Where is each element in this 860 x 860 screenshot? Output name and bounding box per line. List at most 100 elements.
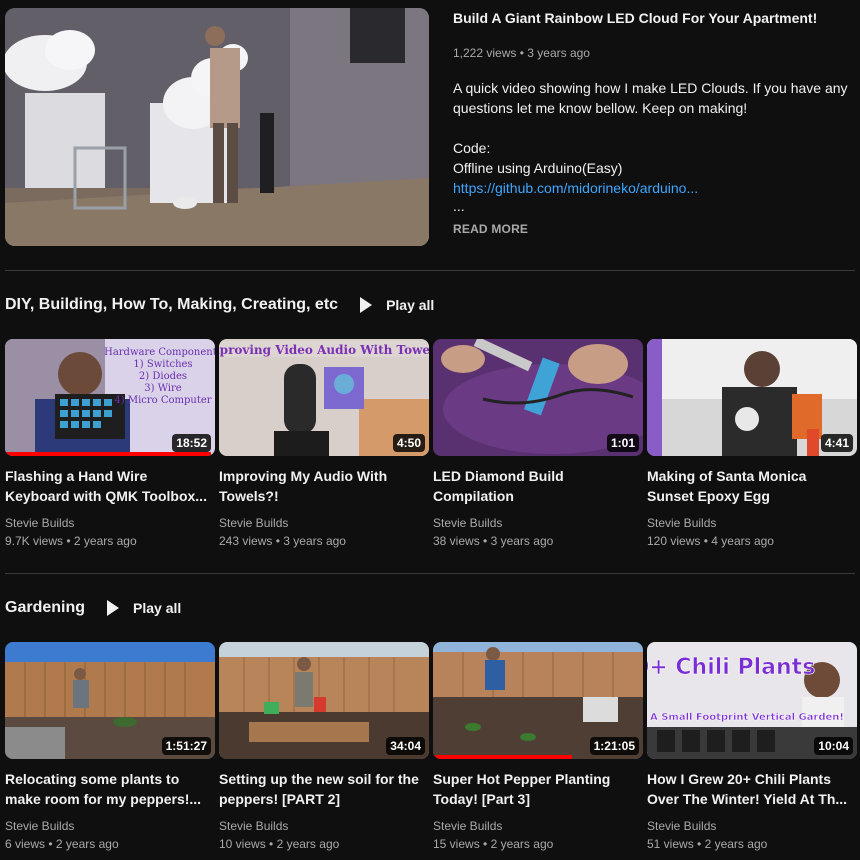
featured-thumbnail-image <box>5 8 429 246</box>
channel-name[interactable]: Stevie Builds <box>219 514 429 532</box>
video-meta: 243 views • 3 years ago <box>219 532 429 550</box>
video-thumbnail[interactable]: Hardware Components 1) Switches 2) Diode… <box>5 339 215 456</box>
upload-age: 2 years ago <box>73 534 137 548</box>
upload-age: 3 years ago <box>490 534 554 548</box>
video-title[interactable]: Setting up the new soil for the peppers!… <box>219 769 429 809</box>
meta-separator: • <box>275 534 280 548</box>
featured-meta: 1,222 views • 3 years ago <box>453 44 853 62</box>
view-count: 9.7K views <box>5 534 64 548</box>
video-meta: 15 views • 2 years ago <box>433 835 643 853</box>
video-title[interactable]: LED Diamond Build Compilation <box>433 466 643 506</box>
video-thumbnail[interactable]: 1:51:27 <box>5 642 215 759</box>
channel-name[interactable]: Stevie Builds <box>647 514 857 532</box>
play-icon <box>107 600 120 616</box>
view-count: 51 views <box>647 837 694 851</box>
thumb-text-line: 4) Micro Computer <box>114 395 211 406</box>
shelf-row-gardening: 1:51:27 Relocating some plants to make r… <box>5 642 857 860</box>
video-thumbnail[interactable]: 1:21:05 <box>433 642 643 759</box>
video-card[interactable]: Improving Video Audio With Towels! 4:50 … <box>219 339 429 550</box>
video-card[interactable]: 20+ Chili Plants A Small Footprint Verti… <box>647 642 857 853</box>
video-meta: 6 views • 2 years ago <box>5 835 215 853</box>
view-count: 10 views <box>219 837 266 851</box>
channel-name[interactable]: Stevie Builds <box>219 817 429 835</box>
video-meta: 10 views • 2 years ago <box>219 835 429 853</box>
video-card[interactable]: 34:04 Setting up the new soil for the pe… <box>219 642 429 853</box>
play-all-button[interactable]: Play all <box>360 297 434 313</box>
meta-separator: • <box>48 837 53 851</box>
video-meta: 120 views • 4 years ago <box>647 532 857 550</box>
divider <box>5 270 855 271</box>
video-card[interactable]: 1:01 LED Diamond Build Compilation Stevi… <box>433 339 643 550</box>
duration-badge: 4:50 <box>392 434 425 452</box>
duration-badge: 10:04 <box>814 737 853 755</box>
duration-badge: 1:01 <box>606 434 639 452</box>
channel-name[interactable]: Stevie Builds <box>5 817 215 835</box>
thumb-text-line: 1) Switches <box>133 359 192 370</box>
channel-name[interactable]: Stevie Builds <box>647 817 857 835</box>
upload-age: 4 years ago <box>711 534 774 548</box>
video-thumbnail[interactable]: 20+ Chili Plants A Small Footprint Verti… <box>647 642 857 759</box>
shelf-header-gardening: Gardening Play all <box>5 593 181 623</box>
meta-separator: • <box>269 837 274 851</box>
thumb-text: A Small Footprint Vertical Garden! <box>650 712 844 723</box>
featured-thumbnail[interactable] <box>5 8 429 246</box>
upload-age: 2 years ago <box>55 837 119 851</box>
shelf-title[interactable]: DIY, Building, How To, Making, Creating,… <box>5 296 338 314</box>
duration-badge: 1:21:05 <box>589 737 639 755</box>
play-all-label: Play all <box>386 297 435 313</box>
video-meta: 38 views • 3 years ago <box>433 532 643 550</box>
duration-badge: 18:52 <box>172 434 211 452</box>
featured-info: Build A Giant Rainbow LED Cloud For Your… <box>453 8 853 236</box>
video-card[interactable]: Hardware Components 1) Switches 2) Diode… <box>5 339 215 550</box>
channel-name[interactable]: Stevie Builds <box>433 817 643 835</box>
play-all-label: Play all <box>133 600 182 616</box>
video-thumbnail[interactable]: 4:41 <box>647 339 857 456</box>
meta-separator: • <box>483 534 488 548</box>
divider <box>5 573 855 574</box>
featured-code-link[interactable]: https://github.com/midorineko/arduino... <box>453 178 853 198</box>
video-thumbnail[interactable]: 34:04 <box>219 642 429 759</box>
video-meta: 9.7K views • 2 years ago <box>5 532 215 550</box>
thumb-text: 20+ Chili Plants <box>647 655 815 680</box>
upload-age: 2 years ago <box>490 837 554 851</box>
shelf-header-diy: DIY, Building, How To, Making, Creating,… <box>5 290 434 320</box>
thumb-text-line: 2) Diodes <box>139 371 187 382</box>
thumb-text: Improving Video Audio With Towels! <box>219 343 429 357</box>
channel-name[interactable]: Stevie Builds <box>5 514 215 532</box>
view-count: 120 views <box>647 534 701 548</box>
video-title[interactable]: How I Grew 20+ Chili Plants Over The Win… <box>647 769 857 809</box>
video-thumbnail[interactable]: Improving Video Audio With Towels! 4:50 <box>219 339 429 456</box>
view-count: 6 views <box>5 837 46 851</box>
video-card[interactable]: 1:21:05 Super Hot Pepper Planting Today!… <box>433 642 643 853</box>
upload-age: 2 years ago <box>276 837 340 851</box>
video-meta: 51 views • 2 years ago <box>647 835 857 853</box>
video-card[interactable]: 1:51:27 Relocating some plants to make r… <box>5 642 215 853</box>
video-card[interactable]: 4:41 Making of Santa Monica Sunset Epoxy… <box>647 339 857 550</box>
play-icon <box>360 297 373 313</box>
shelf-title[interactable]: Gardening <box>5 599 85 617</box>
video-thumbnail[interactable]: 1:01 <box>433 339 643 456</box>
featured-age: 3 years ago <box>527 46 590 60</box>
featured-title[interactable]: Build A Giant Rainbow LED Cloud For Your… <box>453 8 853 28</box>
video-title[interactable]: Super Hot Pepper Planting Today! [Part 3… <box>433 769 643 809</box>
view-count: 15 views <box>433 837 480 851</box>
featured-description: A quick video showing how I make LED Clo… <box>453 80 848 176</box>
featured-video: Build A Giant Rainbow LED Cloud For Your… <box>5 8 855 248</box>
duration-badge: 4:41 <box>820 434 853 452</box>
read-more-button[interactable]: READ MORE <box>453 222 853 236</box>
view-count: 243 views <box>219 534 273 548</box>
video-title[interactable]: Relocating some plants to make room for … <box>5 769 215 809</box>
watch-progress-bar <box>5 452 211 456</box>
play-all-button[interactable]: Play all <box>107 600 181 616</box>
video-title[interactable]: Improving My Audio With Towels?! <box>219 466 429 506</box>
meta-separator: • <box>483 837 488 851</box>
channel-name[interactable]: Stevie Builds <box>433 514 643 532</box>
video-title[interactable]: Flashing a Hand Wire Keyboard with QMK T… <box>5 466 215 506</box>
meta-separator: • <box>66 534 71 548</box>
duration-badge: 34:04 <box>386 737 425 755</box>
video-title[interactable]: Making of Santa Monica Sunset Epoxy Egg <box>647 466 857 506</box>
meta-separator: • <box>519 46 524 60</box>
featured-views: 1,222 views <box>453 46 517 60</box>
upload-age: 3 years ago <box>283 534 346 548</box>
thumb-text-line: Hardware Components <box>104 347 215 358</box>
